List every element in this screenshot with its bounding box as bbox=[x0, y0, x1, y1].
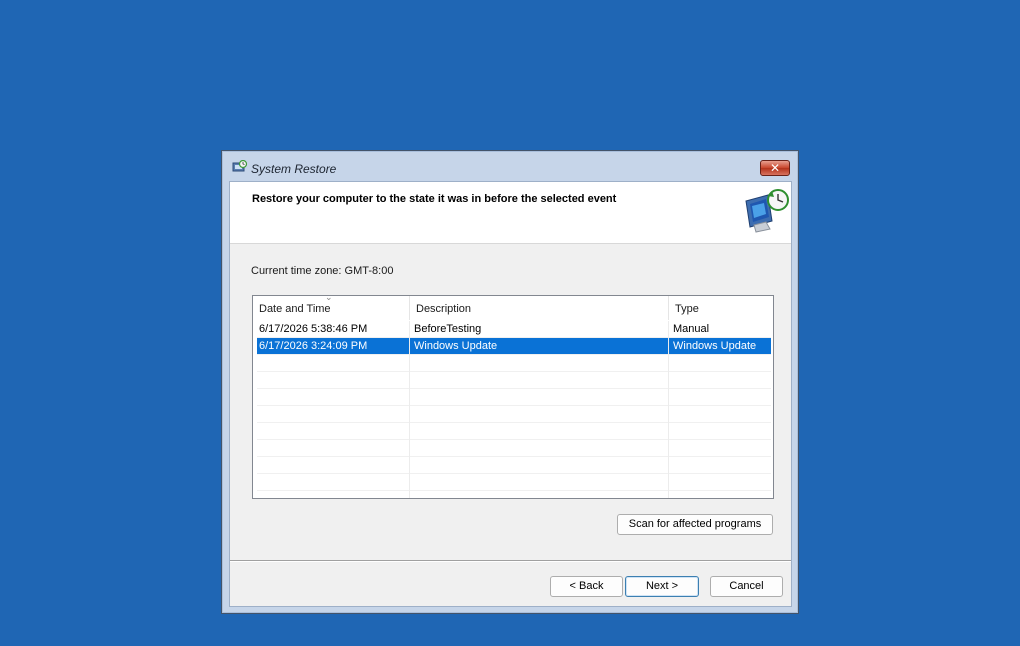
empty-row bbox=[257, 372, 771, 389]
header-band: Restore your computer to the state it wa… bbox=[230, 182, 791, 244]
column-header-type[interactable]: Type bbox=[669, 296, 773, 320]
column-gridline bbox=[668, 321, 669, 498]
column-header-date-time[interactable]: Date and Time ⌄ bbox=[253, 296, 410, 320]
cancel-button[interactable]: Cancel bbox=[710, 576, 783, 597]
restore-points-list[interactable]: Date and Time ⌄ Description Type 6/17/20… bbox=[252, 295, 774, 499]
table-row[interactable]: 6/17/2026 5:38:46 PM BeforeTesting Manua… bbox=[257, 321, 771, 338]
row-date-cell: 6/17/2026 5:38:46 PM bbox=[259, 323, 368, 335]
column-header-label: Type bbox=[675, 303, 699, 315]
back-button[interactable]: < Back bbox=[550, 576, 623, 597]
empty-row bbox=[257, 423, 771, 440]
title-bar[interactable]: System Restore ✕ bbox=[222, 151, 798, 181]
window-title: System Restore bbox=[251, 162, 337, 176]
empty-row bbox=[257, 389, 771, 406]
row-description-cell: Windows Update bbox=[414, 340, 498, 352]
row-type-cell: Manual bbox=[673, 323, 710, 335]
table-row-selected[interactable]: 6/17/2026 3:24:09 PM Windows Update Wind… bbox=[257, 338, 771, 355]
column-gridline bbox=[409, 321, 410, 498]
scan-affected-programs-button[interactable]: Scan for affected programs bbox=[617, 514, 773, 535]
list-body: 6/17/2026 5:38:46 PM BeforeTesting Manua… bbox=[253, 321, 773, 498]
sort-descending-icon: ⌄ bbox=[325, 295, 333, 302]
column-header-label: Date and Time bbox=[259, 303, 331, 315]
system-restore-window: System Restore ✕ Restore your computer t… bbox=[221, 150, 799, 614]
current-timezone-label: Current time zone: GMT-8:00 bbox=[251, 265, 394, 277]
empty-row bbox=[257, 457, 771, 474]
empty-row bbox=[257, 355, 771, 372]
empty-row bbox=[257, 474, 771, 491]
restore-monitor-clock-icon bbox=[745, 189, 789, 233]
row-type-cell: Windows Update bbox=[673, 340, 757, 352]
dialog-client-area: Restore your computer to the state it wa… bbox=[229, 181, 792, 607]
page-heading: Restore your computer to the state it wa… bbox=[252, 193, 617, 205]
empty-row bbox=[257, 406, 771, 423]
list-header: Date and Time ⌄ Description Type bbox=[253, 296, 773, 320]
system-restore-icon bbox=[232, 160, 248, 172]
column-header-description[interactable]: Description bbox=[410, 296, 669, 320]
close-button[interactable]: ✕ bbox=[760, 160, 790, 176]
next-button[interactable]: Next > bbox=[625, 576, 699, 597]
footer-separator bbox=[230, 560, 791, 562]
column-header-label: Description bbox=[416, 303, 472, 315]
row-date-cell: 6/17/2026 3:24:09 PM bbox=[259, 340, 368, 352]
empty-row bbox=[257, 440, 771, 457]
row-description-cell: BeforeTesting bbox=[414, 323, 482, 335]
